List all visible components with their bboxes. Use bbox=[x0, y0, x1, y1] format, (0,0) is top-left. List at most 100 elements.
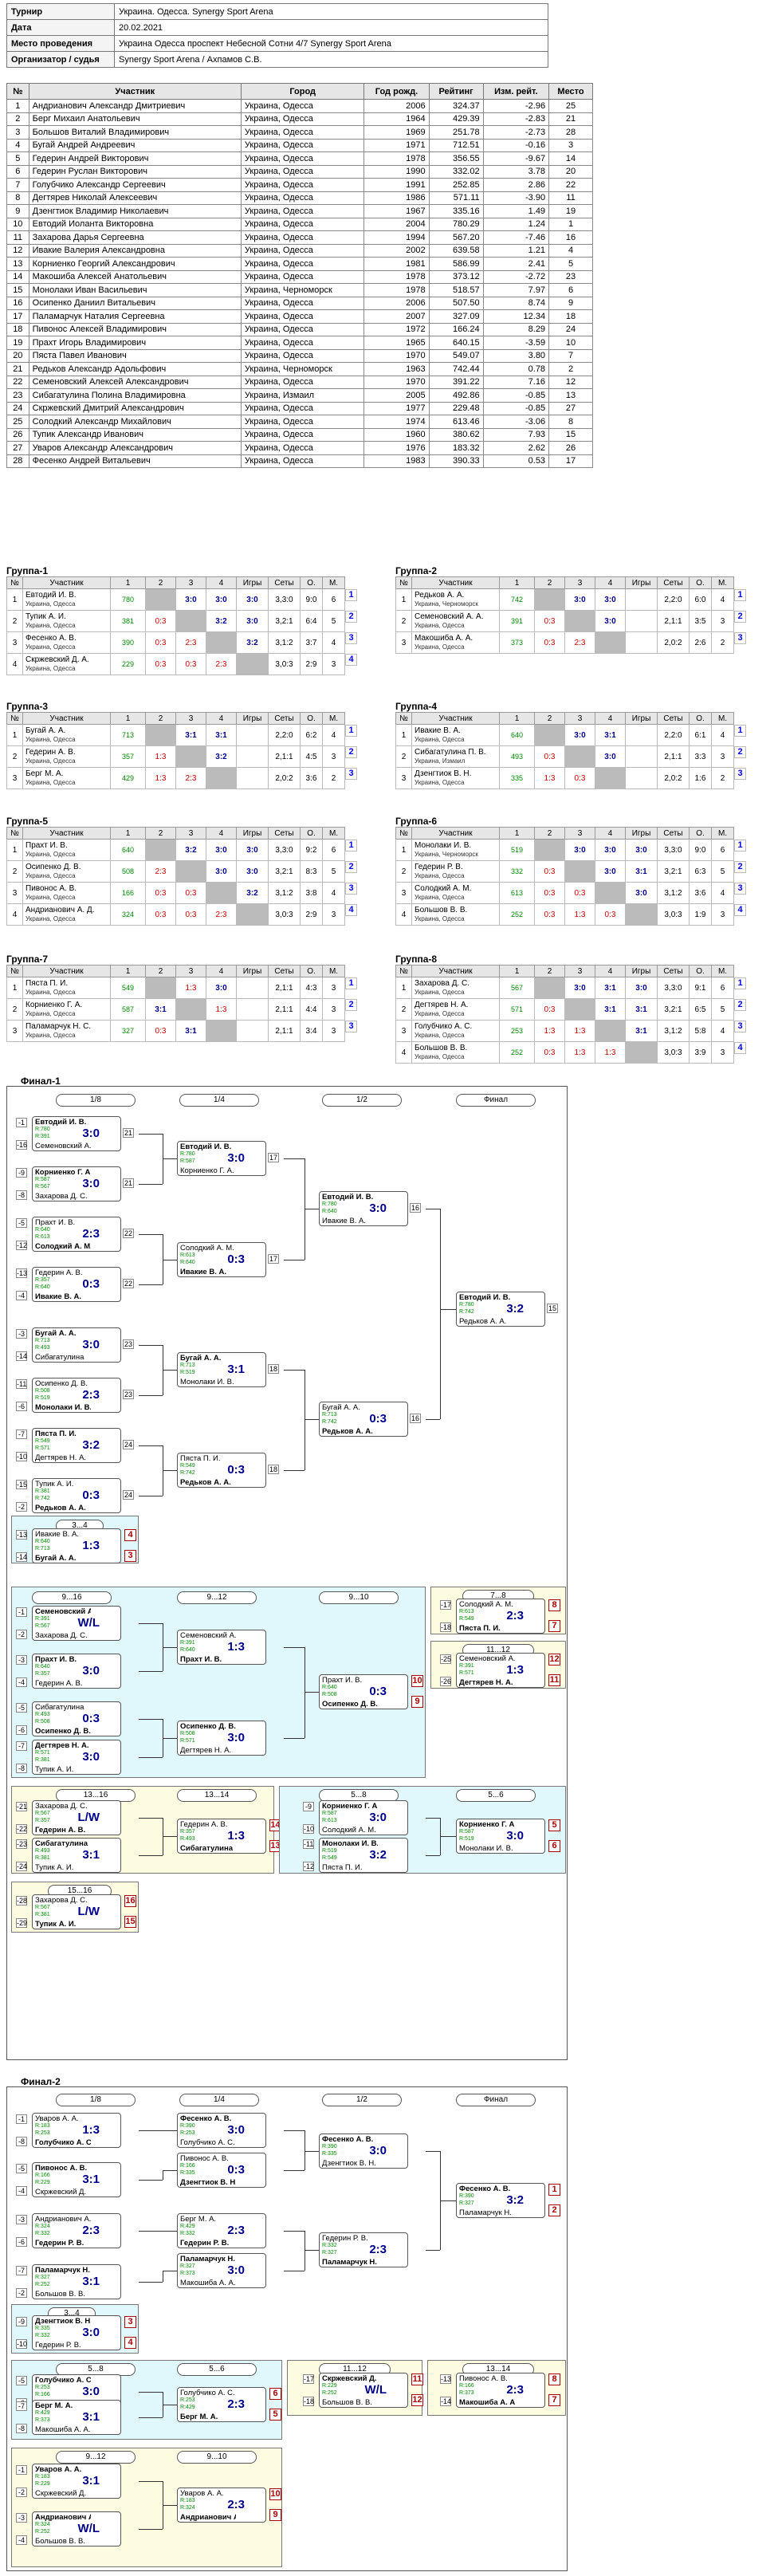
match-r16: Корниенко Г. А. R:587 R:567 Захарова Д. С. 3… bbox=[32, 1166, 121, 1201]
cell-stat: 3,1:2 bbox=[657, 882, 690, 904]
info-key: Дата bbox=[6, 19, 115, 36]
player-b: Тупик А. И. bbox=[35, 1863, 74, 1872]
column-header: Участник bbox=[411, 576, 500, 589]
seed-a: -5 bbox=[16, 2164, 27, 2173]
cell-stat: 3,3:0 bbox=[268, 588, 301, 611]
table-cell: 335.16 bbox=[428, 204, 484, 218]
match-sf: Евтодий И. В. R:780 R:640 Ивакие В. А. 3:0 bbox=[319, 1191, 408, 1226]
match-score: 3:0 bbox=[227, 2123, 245, 2137]
table-cell: 11 bbox=[6, 230, 29, 245]
place: 4 bbox=[345, 903, 357, 916]
rating-a: R:335 bbox=[35, 2326, 50, 2331]
table-cell: 1970 bbox=[363, 348, 430, 363]
table-cell: 5 bbox=[548, 257, 593, 271]
round-header: 1/2 bbox=[322, 1094, 402, 1107]
table-cell: Макошиба Алексей Анатольевич bbox=[28, 269, 242, 284]
seed-a: -13 bbox=[16, 1530, 28, 1540]
table-cell: Корниенко Георгий Александрович bbox=[28, 257, 242, 271]
table-cell: 492.86 bbox=[428, 388, 484, 403]
player-city: Украина, Одесса bbox=[26, 915, 76, 922]
match-score: 3:1 bbox=[82, 2474, 100, 2488]
seed-a: -5 bbox=[16, 1703, 27, 1713]
table-row: 6 Гедерин Руслан Викторович Украина, Одесс… bbox=[6, 164, 593, 179]
match-score: 0:3 bbox=[564, 882, 595, 904]
match-r16: Тупик А. И. R:381 R:742 Редьков А. А. 0:3 bbox=[32, 1478, 121, 1513]
table-cell: 5 bbox=[6, 151, 29, 166]
player-name: Большов В. В. Украина, Одесса bbox=[411, 1041, 500, 1064]
bracket-line bbox=[284, 2170, 305, 2171]
column-header: Игры bbox=[625, 576, 658, 589]
match-score: 3:1 bbox=[625, 1020, 658, 1042]
table-row: 28 Фесенко Андрей Витальевич Украина, Одес… bbox=[6, 454, 593, 468]
place: 2 bbox=[345, 998, 357, 1011]
player-rating: 508 bbox=[110, 860, 146, 883]
seed-a: -25 bbox=[440, 1654, 452, 1664]
player-a: Скржевский Д. bbox=[322, 2374, 377, 2383]
table-cell: 1.49 bbox=[482, 204, 550, 218]
table-cell: Семеновский Алексей Александрович bbox=[28, 375, 242, 389]
player-a: Андрианович А. bbox=[35, 2215, 91, 2224]
player-a: Берг М. А. bbox=[180, 2215, 217, 2224]
player-b: Монолаки И. В. bbox=[459, 1844, 513, 1853]
seed-b: -12 bbox=[303, 1862, 315, 1871]
rating-a: R:493 bbox=[35, 1712, 50, 1717]
place: 3 bbox=[734, 631, 746, 644]
seed-b: -14 bbox=[16, 1552, 28, 1562]
match-score: 0:3 bbox=[145, 1020, 176, 1042]
match-score: 0:3 bbox=[534, 998, 565, 1021]
match-score: 2:3 bbox=[82, 1227, 100, 1241]
rating-b: R:327 bbox=[322, 2250, 337, 2255]
rating-b: R:429 bbox=[180, 2405, 195, 2410]
player-b: Редьков А. А. bbox=[35, 1504, 86, 1512]
seed-b: -2 bbox=[16, 1630, 27, 1639]
table-cell: 2 bbox=[548, 362, 593, 376]
player-a: Осипенко Д. В. bbox=[35, 1379, 88, 1388]
player-a: Гедерин А. В. bbox=[180, 1820, 228, 1829]
match-score bbox=[175, 998, 206, 1021]
column-header: 1 bbox=[499, 965, 535, 977]
match-score: 0:3 bbox=[145, 653, 176, 675]
group-row: 1 Ивакие В. А. Украина, Одесса 640 3:0 3:1 2,2… bbox=[395, 724, 778, 746]
table-cell: Гедерин Руслан Викторович bbox=[28, 164, 242, 179]
player-b: Осипенко Д. В. bbox=[35, 1727, 91, 1736]
table-cell: 1969 bbox=[363, 125, 430, 140]
match-11-12: Скржевский Д. R:229 R:252 Большов В. В. W/L bbox=[319, 2373, 408, 2408]
table-cell: 586.99 bbox=[428, 257, 484, 271]
player-city: Украина, Одесса bbox=[415, 622, 465, 629]
table-cell: 16 bbox=[6, 296, 29, 310]
cell-stat: 2,1:1 bbox=[268, 745, 301, 768]
match-score: 3:0 bbox=[369, 1201, 387, 1215]
player-a: Тупик А. И. bbox=[35, 1480, 74, 1489]
bracket-line bbox=[440, 1309, 456, 1310]
match-score bbox=[236, 724, 269, 746]
bracket-line bbox=[163, 2170, 177, 2171]
table-cell: 15 bbox=[6, 283, 29, 297]
player-b: Андрианович А. bbox=[180, 2513, 236, 2522]
column-header: Год рожд. bbox=[363, 83, 430, 100]
bracket-line bbox=[163, 1836, 177, 1837]
bracket-line bbox=[139, 1395, 163, 1396]
table-cell: 14 bbox=[548, 151, 593, 166]
match-score: 3:0 bbox=[236, 860, 269, 883]
match-sf: Фесенко А. В. R:390 R:335 Дзенгтиок В. Н. 3:… bbox=[319, 2134, 408, 2169]
group-title: Группа-5 bbox=[6, 816, 49, 827]
column-header: Игры bbox=[236, 965, 269, 977]
table-cell: Украина, Одесса bbox=[240, 230, 365, 245]
match-score: 3:0 bbox=[595, 610, 626, 632]
cell-stat: 4:3 bbox=[300, 977, 323, 999]
group-row: 2 Семеновский А. А. Украина, Одесса 391 0:3 3… bbox=[395, 610, 778, 632]
group-row: 1 Прахт И. В. Украина, Одесса 640 3:2 3:0 3:0 3… bbox=[6, 839, 389, 861]
bracket-line bbox=[139, 1134, 163, 1135]
cell-stat: 3 bbox=[322, 1020, 345, 1042]
seed-a: -15 bbox=[16, 1480, 28, 1489]
column-header: Участник bbox=[22, 965, 111, 977]
place-a: 1 bbox=[548, 2184, 560, 2196]
player-city: Украина, Одесса bbox=[415, 989, 465, 996]
table-row: 15 Монолаки Иван Васильевич Украина, Черно… bbox=[6, 283, 593, 297]
round-header: 5...6 bbox=[177, 2363, 257, 2376]
match: Дегтярев Н. А. R:571 R:381 Тупик А. И. 3:0 bbox=[32, 1740, 121, 1775]
cell-stat: 3:8 bbox=[300, 882, 323, 904]
table-cell: 22 bbox=[548, 178, 593, 192]
column-header: Участник bbox=[28, 83, 242, 100]
match-score: 0:3 bbox=[175, 653, 206, 675]
